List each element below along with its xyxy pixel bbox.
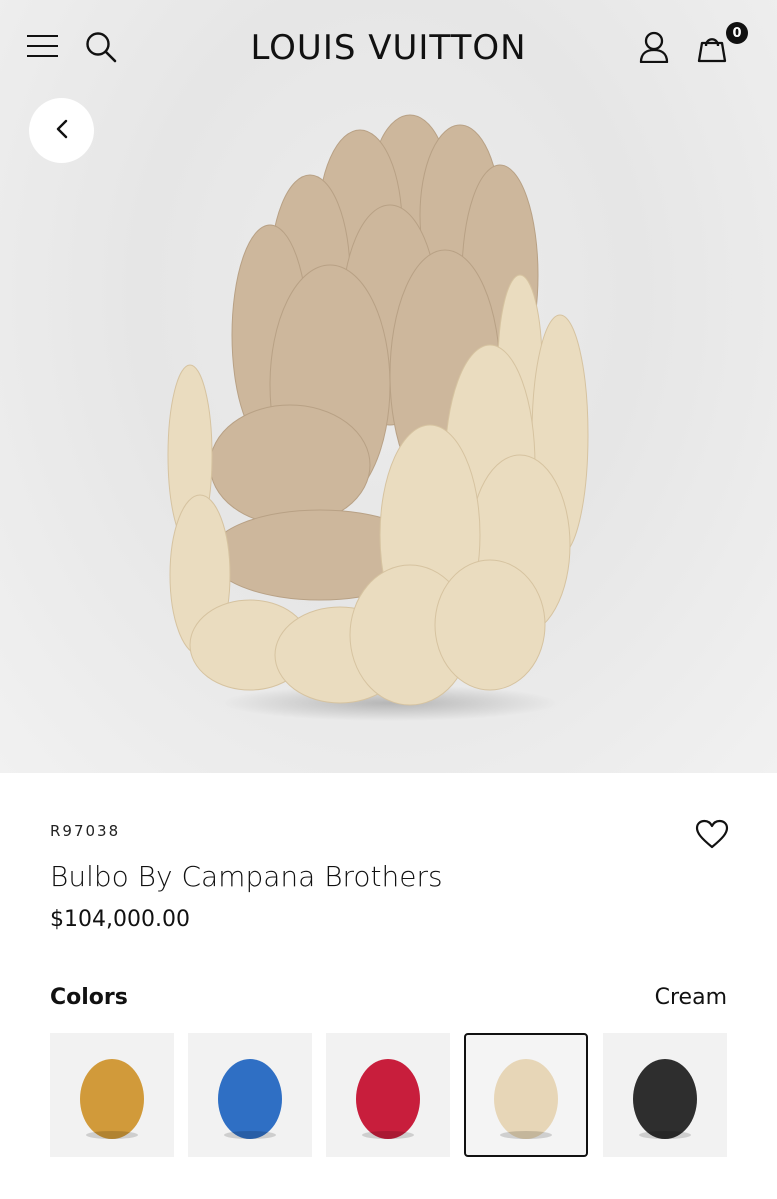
chair-thumbnail xyxy=(633,1059,697,1139)
user-icon[interactable] xyxy=(637,30,671,64)
wishlist-heart-icon[interactable] xyxy=(695,819,729,853)
color-swatch-yellow[interactable] xyxy=(50,1033,174,1157)
colors-label: Colors xyxy=(50,985,128,1010)
color-swatch-cream[interactable] xyxy=(464,1033,588,1157)
product-price: $104,000.00 xyxy=(50,907,190,932)
selected-color-name: Cream xyxy=(654,985,727,1010)
chair-thumbnail xyxy=(494,1059,558,1139)
chair-thumbnail xyxy=(356,1059,420,1139)
color-swatch-blue[interactable] xyxy=(188,1033,312,1157)
back-button[interactable] xyxy=(29,98,94,163)
chair-thumbnail xyxy=(80,1059,144,1139)
product-hero-image: LOUIS VUITTON 0 xyxy=(0,0,777,773)
color-swatch-red[interactable] xyxy=(326,1033,450,1157)
shopping-bag-icon[interactable] xyxy=(695,30,729,64)
product-sku: R97038 xyxy=(50,822,121,840)
cart-count-badge: 0 xyxy=(726,22,748,44)
color-swatch-list xyxy=(50,1033,727,1157)
chevron-left-icon xyxy=(55,118,69,144)
product-title: Bulbo By Campana Brothers xyxy=(50,860,443,893)
chair-thumbnail xyxy=(218,1059,282,1139)
color-swatch-black[interactable] xyxy=(603,1033,727,1157)
product-image xyxy=(167,114,589,721)
top-navigation: LOUIS VUITTON 0 xyxy=(0,0,777,95)
